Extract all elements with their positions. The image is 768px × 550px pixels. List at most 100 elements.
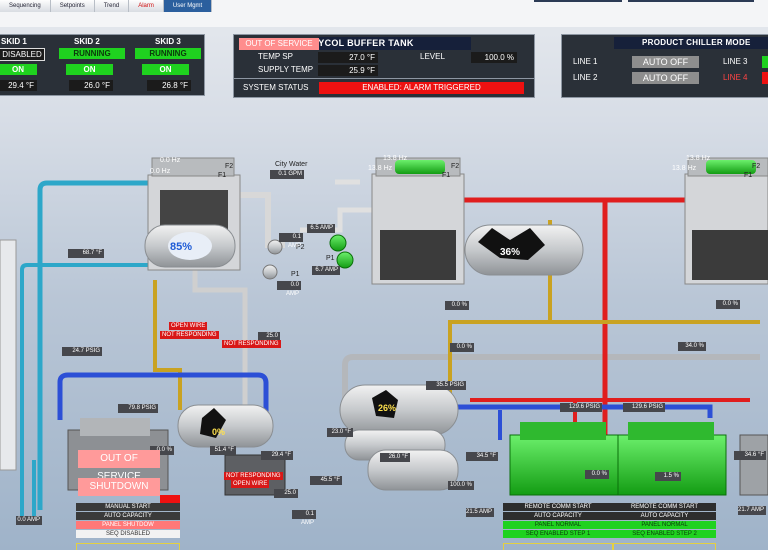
hx-right-coil [692, 230, 768, 280]
line2-mode-button[interactable]: AUTO OFF [632, 72, 699, 84]
nav-right-control-1[interactable] [534, 0, 622, 2]
supply-temp-label: SUPPLY TEMP [258, 65, 314, 74]
nav-setpoints[interactable]: Setpoints [50, 0, 95, 12]
readout-34-6: 34.6 °F [734, 451, 766, 460]
compressor-right-body[interactable] [617, 434, 727, 496]
hx-mid-motor [395, 160, 445, 174]
tank-small[interactable] [177, 404, 274, 448]
skid1-label: SKID 1 [1, 37, 27, 46]
temp-sp-value[interactable]: 27.0 °F [318, 52, 378, 63]
level-label: LEVEL [420, 52, 445, 61]
skid1-on-button[interactable]: ON [0, 64, 37, 75]
hx-mid-coil [380, 230, 456, 280]
compressor-left-auto-capacity: AUTO CAPACITY [76, 512, 180, 520]
amp-4: 6.7 AMP [312, 266, 340, 275]
compressor-right-panel: PANEL NORMAL [613, 521, 716, 529]
readout-0-0-b: 0.0 % [450, 343, 474, 352]
readout-34-0: 34.0 % [678, 342, 706, 351]
compressor-right-start: REMOTE COMM START [613, 503, 716, 511]
tank-mid-level: 36% [500, 247, 521, 258]
alarm-open-wire-2[interactable]: OPEN WIRE [231, 480, 270, 488]
amp-5: 0.1 AMP [292, 510, 316, 526]
skid3-label: SKID 3 [155, 37, 181, 46]
hx-right-hz1: 13.8 Hz [686, 155, 711, 162]
left-cabinet [0, 239, 17, 471]
readout-1-5: 1.5 % [655, 472, 681, 481]
alarm-not-responding-2[interactable]: NOT RESPONDING [222, 340, 281, 348]
readout-0-0-c: 0.0 % [716, 300, 740, 309]
skid2-temp: 26.0 °F [69, 80, 113, 91]
alarm-not-responding-1[interactable]: NOT RESPONDING [160, 331, 219, 339]
skid3-state: RUNNING [135, 48, 201, 59]
nav-sequencing[interactable]: Sequencing [0, 0, 51, 12]
hx-left-hz1: 0.0 Hz [160, 157, 181, 164]
compressor-far-right[interactable] [739, 434, 768, 496]
separator[interactable] [339, 384, 459, 436]
compressor-right-seq: SEQ ENABLED STEP 2 [613, 530, 716, 538]
compressor-left-shutdown-bar [160, 495, 180, 503]
skid2-label: SKID 2 [74, 37, 100, 46]
readout-100-0: 100.0 % [448, 481, 474, 490]
temp-sp-label: TEMP SP [258, 52, 293, 61]
pump-p2[interactable] [267, 239, 283, 255]
system-status-label: SYSTEM STATUS [243, 83, 309, 92]
compressor-left-shutdown: SHUTDOWN [78, 478, 160, 496]
line1-label: LINE 1 [573, 57, 598, 66]
system-status-value: ENABLED: ALARM TRIGGERED [319, 82, 524, 94]
readout-0-0-a: 0.0 % [445, 301, 469, 310]
compressor-left-panel-state: PANEL SHUTDOW [76, 521, 180, 529]
alarm-not-responding-3[interactable]: NOT RESPONDING [224, 472, 283, 480]
hx-mid-hz2: 13.8 Hz [368, 165, 393, 172]
hx-mid-f1: F1 [442, 172, 451, 179]
hx-mid-f2: F2 [451, 163, 460, 170]
city-water-label: City Water [275, 161, 308, 168]
amp-8: 21.7 AMP [738, 506, 766, 515]
nav-user-mgmt[interactable]: User Mgmt [163, 0, 213, 12]
tank-small-level: 0% [212, 427, 226, 437]
hx-left-f1: F1 [218, 172, 227, 179]
supply-temp-value: 25.9 °F [318, 65, 378, 76]
compressor-mid-start: REMOTE COMM START [503, 503, 613, 511]
line4-indicator[interactable] [762, 72, 768, 84]
compressor-mid-frame [503, 543, 613, 550]
alarm-open-wire[interactable]: OPEN WIRE [169, 322, 208, 330]
readout-79-8-psig: 79.8 PSIG [118, 404, 158, 413]
line3-indicator[interactable] [762, 56, 768, 68]
line2-label: LINE 2 [573, 73, 598, 82]
tank-left-level: 85% [170, 241, 193, 253]
pump-p1-label: P1 [291, 271, 300, 278]
skid3-on-button[interactable]: ON [142, 64, 189, 75]
nav-trend[interactable]: Trend [94, 0, 130, 12]
glycol-divider [234, 78, 534, 79]
top-nav-bar: Sequencing Setpoints Trend Alarm User Mg… [0, 0, 768, 27]
compressor-right-capacity: AUTO CAPACITY [613, 512, 716, 520]
pump-p1[interactable] [262, 264, 278, 280]
separator-level: 26% [378, 403, 397, 413]
compressor-mid-seq: SEQ ENABLED STEP 1 [503, 530, 613, 538]
nav-right-control-2[interactable] [628, 0, 754, 2]
readout-35-5-psig: 35.5 PSIG [426, 381, 466, 390]
hx-right-f1: F1 [744, 172, 753, 179]
line1-mode-button[interactable]: AUTO OFF [632, 56, 699, 68]
chiller-mode-title: PRODUCT CHILLER MODE [642, 38, 751, 47]
glycol-buffer-panel: GLYCOL BUFFER TANK OUT OF SERVICE TEMP S… [233, 34, 535, 98]
hx-left-f2: F2 [225, 163, 234, 170]
pump-mid-p1-label: P1 [326, 255, 335, 262]
compressor-mid-panel: PANEL NORMAL [503, 521, 613, 529]
compressor-left-seq: SEQ DISABLED [76, 530, 180, 538]
readout-51-4: 51.4 °F [210, 446, 236, 455]
readout-129-6-b: 129.6 PSIG [623, 403, 665, 412]
hx-left-hz2: 0.0 Hz [150, 168, 171, 175]
compressor-right-top [628, 422, 714, 440]
pump-mid-a[interactable] [329, 234, 347, 252]
compressor-left-manual-start: MANUAL START [76, 503, 180, 511]
nav-alarm[interactable]: Alarm [129, 0, 164, 12]
amp-3: 6.5 AMP [307, 224, 335, 233]
readout-26-0: 26.0 °F [380, 453, 410, 462]
skid2-on-button[interactable]: ON [66, 64, 113, 75]
compressor-mid-body[interactable] [509, 434, 619, 496]
level-value: 100.0 % [471, 52, 517, 63]
readout-34-5: 34.5 °F [466, 452, 498, 461]
compressor-left-top [80, 418, 150, 436]
compressor-mid-top [520, 422, 606, 440]
